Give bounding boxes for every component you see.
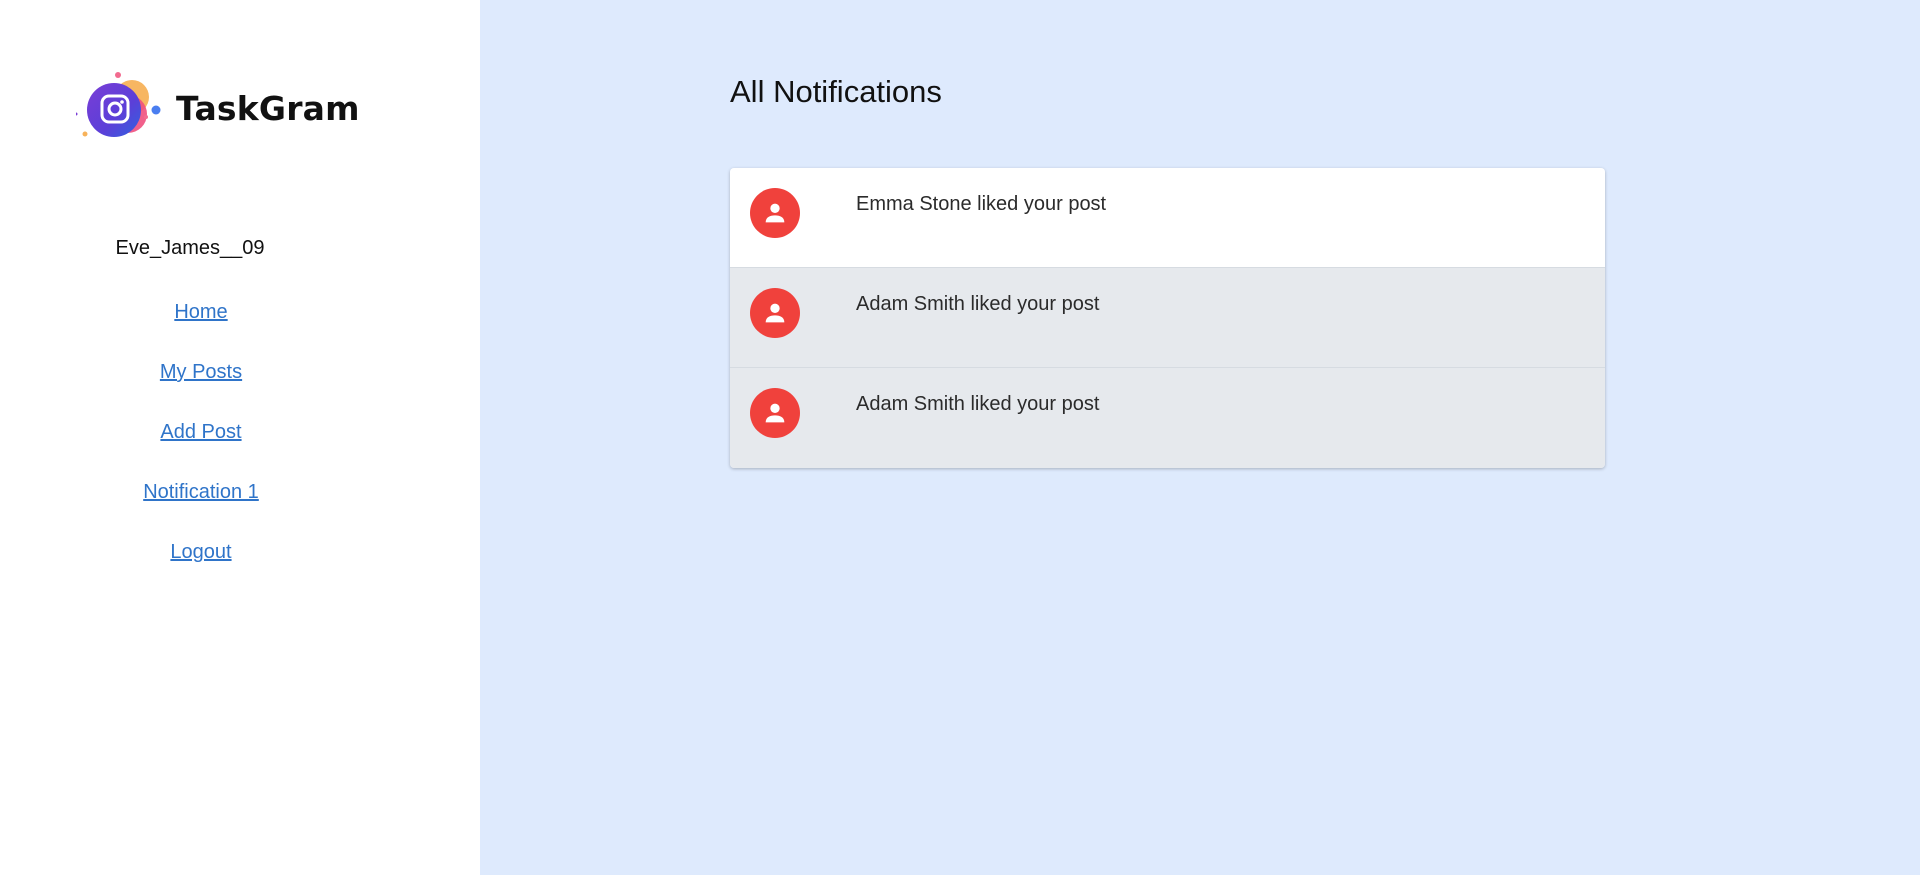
nav-link-my-posts[interactable]: My Posts bbox=[160, 358, 242, 418]
notification-item[interactable]: Adam Smith liked your post bbox=[730, 268, 1605, 368]
person-icon bbox=[750, 188, 800, 238]
sidebar-nav: Home My Posts Add Post Notification 1 Lo… bbox=[0, 298, 402, 598]
app-name: TaskGram bbox=[176, 88, 360, 128]
notification-text: Adam Smith liked your post bbox=[856, 293, 1100, 315]
notification-text: Adam Smith liked your post bbox=[856, 393, 1100, 415]
notification-list: Emma Stone liked your post Adam Smith li… bbox=[730, 168, 1605, 468]
person-icon bbox=[750, 388, 800, 438]
page-title: All Notifications bbox=[730, 74, 942, 109]
sidebar: TaskGram Eve_James__09 Home My Posts Add… bbox=[0, 0, 480, 875]
nav-link-notifications[interactable]: Notification 1 bbox=[143, 478, 259, 538]
nav-link-home[interactable]: Home bbox=[174, 298, 227, 358]
username: Eve_James__09 bbox=[115, 237, 265, 259]
logo[interactable]: TaskGram bbox=[74, 70, 360, 146]
app-root: TaskGram Eve_James__09 Home My Posts Add… bbox=[0, 0, 1920, 875]
notification-text: Emma Stone liked your post bbox=[856, 193, 1107, 215]
instagram-camera-icon bbox=[74, 70, 164, 146]
nav-link-add-post[interactable]: Add Post bbox=[160, 418, 241, 478]
main-content: All Notifications Emma Stone liked your … bbox=[480, 0, 1920, 875]
nav-link-logout[interactable]: Logout bbox=[170, 538, 231, 598]
person-icon bbox=[750, 288, 800, 338]
notification-item[interactable]: Adam Smith liked your post bbox=[730, 368, 1605, 468]
notification-item[interactable]: Emma Stone liked your post bbox=[730, 168, 1605, 268]
